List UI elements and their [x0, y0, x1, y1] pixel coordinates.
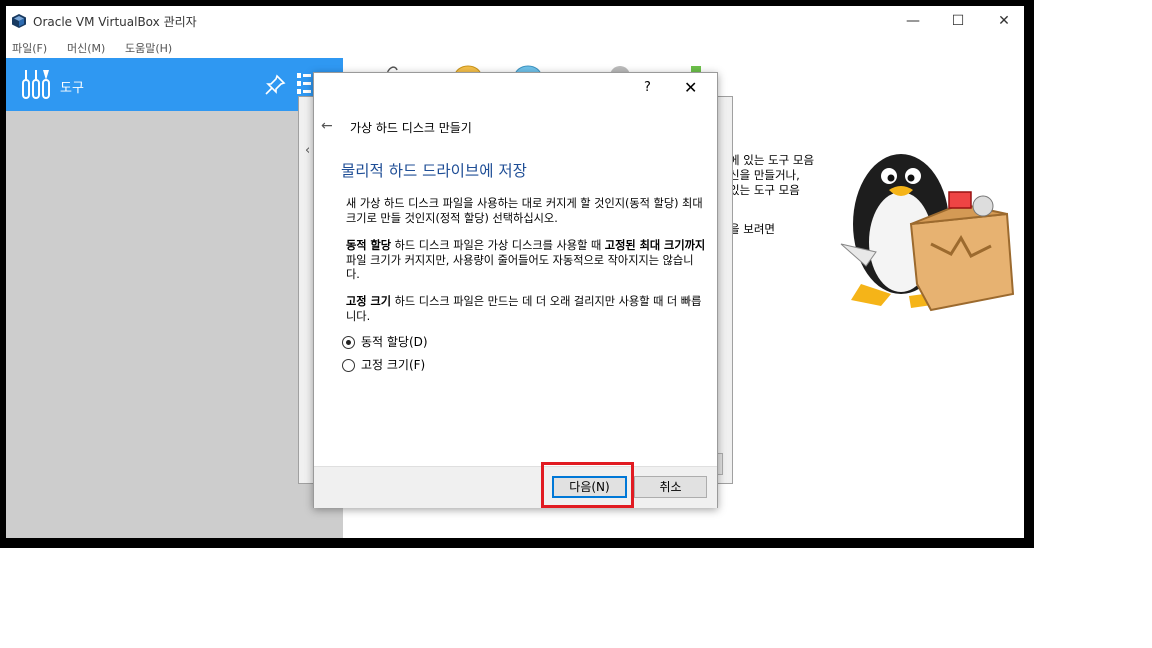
- radio-dynamic-label: 동적 할당(D): [361, 335, 428, 349]
- description-paragraph: 새 가상 하드 디스크 파일을 사용하는 대로 커지게 할 것인지(동적 할당)…: [346, 197, 703, 225]
- title-bar: Oracle VM VirtualBox 관리자 — ☐ ✕: [6, 6, 1024, 36]
- sidebar-item-tools[interactable]: 도구: [6, 58, 343, 111]
- menu-machine[interactable]: 머신(M): [67, 40, 105, 56]
- menu-help[interactable]: 도움말(H): [125, 40, 172, 56]
- sidebar: 도구: [6, 58, 343, 538]
- welcome-text-line1: 에 있는 도구 모음: [729, 153, 815, 167]
- welcome-text-line3: 있는 도구 모음: [729, 183, 800, 197]
- menu-list-icon[interactable]: [297, 72, 311, 96]
- tools-icon: [22, 70, 50, 99]
- dialog-close-button[interactable]: ✕: [684, 78, 697, 97]
- welcome-text-line2: 신을 만들거나,: [729, 168, 800, 182]
- dynamic-allocation-term: 동적 할당: [346, 239, 392, 252]
- menu-file[interactable]: 파일(F): [12, 40, 47, 56]
- menu-bar: 파일(F) 머신(M) 도움말(H): [6, 36, 1024, 58]
- page-heading: 물리적 하드 드라이브에 저장: [341, 162, 527, 180]
- fixed-size-paragraph: 고정 크기 하드 디스크 파일은 만드는 데 더 오래 걸리지만 사용할 때 더…: [346, 295, 706, 324]
- fixed-max-size-term: 고정된 최대 크기까지: [604, 239, 706, 252]
- window-title: Oracle VM VirtualBox 관리자: [33, 15, 197, 29]
- fixed-size-text: 하드 디스크 파일은 만드는 데 더 오래 걸리지만 사용할 때 더 빠릅니다.: [346, 295, 702, 323]
- create-virtual-hard-disk-dialog: ? ✕ ← 가상 하드 디스크 만들기 물리적 하드 드라이브에 저장 새 가상…: [313, 72, 718, 508]
- radio-dynamic-indicator[interactable]: [342, 336, 355, 349]
- radio-dynamic-allocation[interactable]: 동적 할당(D): [342, 333, 428, 349]
- radio-fixed-size[interactable]: 고정 크기(F): [342, 356, 425, 372]
- tools-label: 도구: [60, 81, 84, 96]
- dynamic-allocation-text2: 파일 크기가 커지지만, 사용량이 줄어들어도 자동적으로 작아지지는 않습니다…: [346, 253, 694, 282]
- dynamic-allocation-paragraph: 동적 할당 하드 디스크 파일은 가상 디스크를 사용할 때 고정된 최대 크기…: [346, 239, 706, 283]
- dialog-footer: 다음(N) 취소: [314, 466, 717, 508]
- radio-fixed-indicator[interactable]: [342, 359, 355, 372]
- maximize-button[interactable]: ☐: [938, 10, 978, 32]
- minimize-button[interactable]: —: [893, 10, 933, 32]
- cancel-button[interactable]: 취소: [634, 476, 707, 498]
- back-arrow-icon[interactable]: ←: [321, 118, 333, 134]
- dynamic-allocation-text1: 하드 디스크 파일은 가상 디스크를 사용할 때: [391, 239, 605, 252]
- radio-fixed-label: 고정 크기(F): [361, 358, 426, 372]
- close-window-button[interactable]: ✕: [984, 10, 1024, 32]
- background-back-arrow-icon: ‹: [305, 143, 311, 158]
- next-button-highlight: [541, 462, 634, 508]
- dialog-title: 가상 하드 디스크 만들기: [350, 121, 472, 135]
- fixed-size-term: 고정 크기: [346, 295, 392, 308]
- welcome-text-line4: 을 보려면: [729, 222, 775, 236]
- pin-icon[interactable]: [264, 74, 286, 96]
- virtualbox-app-icon: [12, 14, 26, 28]
- help-button[interactable]: ?: [644, 80, 651, 95]
- tux-toolbox-illustration: [840, 154, 1015, 312]
